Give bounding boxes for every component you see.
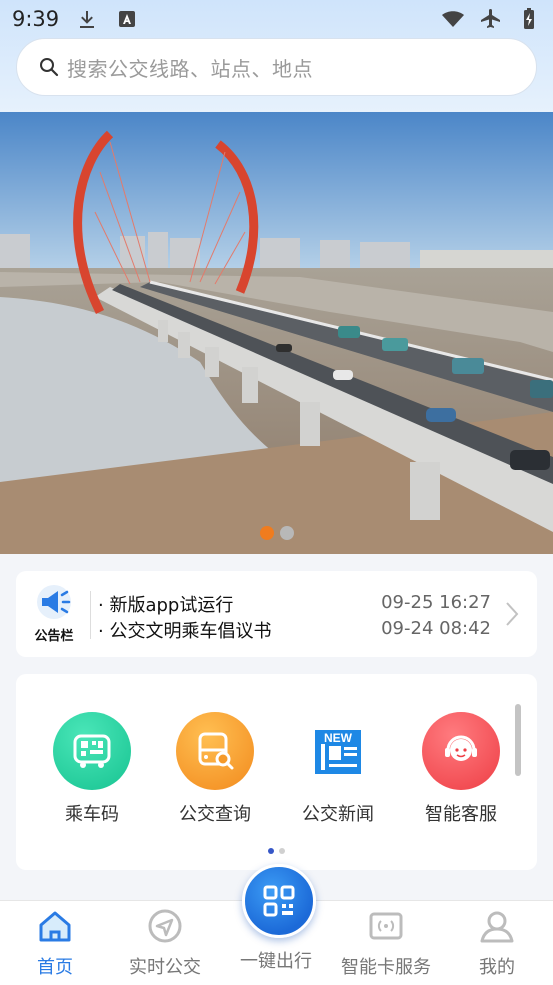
notice-item[interactable]: · 新版app试运行 (98, 591, 233, 617)
nav-one-click-travel[interactable]: 一键出行 (221, 941, 331, 973)
service-bus-query[interactable]: 公交查询 (160, 712, 270, 826)
news-icon: NEW (299, 712, 377, 790)
battery-charging-icon (524, 8, 534, 29)
bus-qr-icon (53, 712, 131, 790)
search-placeholder: 搜索公交线路、站点、地点 (67, 56, 313, 81)
service-label: 公交查询 (179, 804, 251, 825)
page-dot-active[interactable] (268, 848, 274, 854)
chevron-right-icon[interactable] (505, 601, 519, 627)
service-label: 公交新闻 (302, 804, 374, 825)
svg-text:NEW: NEW (324, 731, 353, 745)
nav-label: 一键出行 (240, 951, 312, 972)
search-icon (40, 58, 59, 77)
notice-item[interactable]: · 公交文明乘车倡议书 (98, 617, 271, 643)
home-icon (39, 911, 71, 942)
nav-label: 首页 (37, 957, 73, 978)
notice-logo: 公告栏 (30, 585, 78, 647)
search-bar[interactable]: 搜索公交线路、站点、地点 (16, 38, 537, 96)
bridge-photo (0, 112, 553, 554)
app-notification-icon (119, 11, 136, 27)
realtime-bus-icon (148, 909, 182, 943)
banner-indicator (0, 526, 553, 540)
page-dot[interactable] (279, 848, 285, 854)
qr-code-icon (263, 885, 295, 917)
notice-divider (90, 591, 91, 639)
services-page-indicator (16, 848, 537, 854)
notice-logo-label: 公告栏 (34, 629, 74, 644)
nav-label: 实时公交 (129, 957, 201, 978)
nav-label: 智能卡服务 (341, 957, 431, 978)
customer-service-icon (422, 712, 500, 790)
notice-date: 09-25 16:27 (381, 592, 491, 613)
download-icon (80, 11, 95, 28)
banner-dot-active[interactable] (259, 526, 274, 540)
nav-profile[interactable]: 我的 (442, 909, 552, 979)
bus-search-icon (176, 712, 254, 790)
nav-smart-card[interactable]: 智能卡服务 (331, 909, 441, 979)
megaphone-icon (37, 585, 71, 619)
service-customer-service[interactable]: 智能客服 (406, 712, 516, 826)
nav-home[interactable]: 首页 (0, 909, 110, 979)
status-bar: 9:39 (0, 0, 553, 38)
airplane-mode-icon (481, 9, 500, 28)
service-label: 乘车码 (65, 804, 119, 825)
service-bus-news[interactable]: NEW 公交新闻 (283, 712, 393, 826)
notice-board[interactable]: 公告栏 · 新版app试运行 09-25 16:27 · 公交文明乘车倡议书 0… (16, 571, 537, 657)
notice-date: 09-24 08:42 (381, 618, 491, 639)
service-label: 智能客服 (425, 804, 497, 825)
banner-carousel[interactable] (0, 112, 553, 554)
banner-dot[interactable] (279, 526, 294, 540)
nav-realtime-bus[interactable]: 实时公交 (110, 909, 220, 979)
profile-icon (480, 911, 514, 943)
one-click-travel-button[interactable] (242, 864, 316, 938)
service-ride-code[interactable]: 乘车码 (37, 712, 147, 826)
services-panel: 乘车码 公交查询 NEW 公交新闻 智能客服 (16, 674, 537, 870)
nav-label: 我的 (479, 957, 515, 978)
services-scrollbar[interactable] (515, 704, 521, 776)
nfc-card-icon (369, 912, 403, 940)
status-time: 9:39 (12, 7, 60, 31)
wifi-icon (442, 11, 464, 27)
